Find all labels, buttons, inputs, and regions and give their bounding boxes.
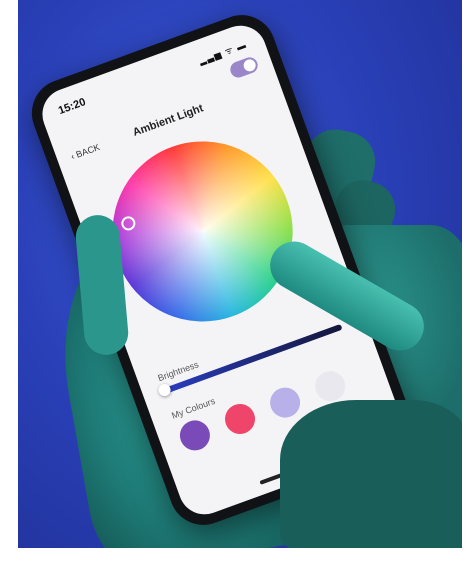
colour-swatch[interactable] bbox=[311, 366, 350, 406]
toggle-knob bbox=[241, 57, 258, 74]
status-time: 15:20 bbox=[56, 96, 88, 118]
colour-swatch[interactable] bbox=[265, 383, 305, 422]
border bbox=[0, 548, 474, 569]
colour-swatch[interactable] bbox=[220, 399, 260, 439]
my-colours-label: My Colours bbox=[170, 395, 217, 421]
colour-picker-handle[interactable] bbox=[119, 214, 138, 233]
power-toggle[interactable] bbox=[228, 55, 260, 80]
border bbox=[462, 0, 474, 569]
right-palm bbox=[280, 400, 470, 550]
photo-background: 15:20 ▂▃▅ ᯤ ▬ ‹ BACK Ambient Light Brigh… bbox=[0, 0, 474, 569]
colour-swatch[interactable] bbox=[175, 416, 215, 455]
border bbox=[0, 0, 18, 569]
